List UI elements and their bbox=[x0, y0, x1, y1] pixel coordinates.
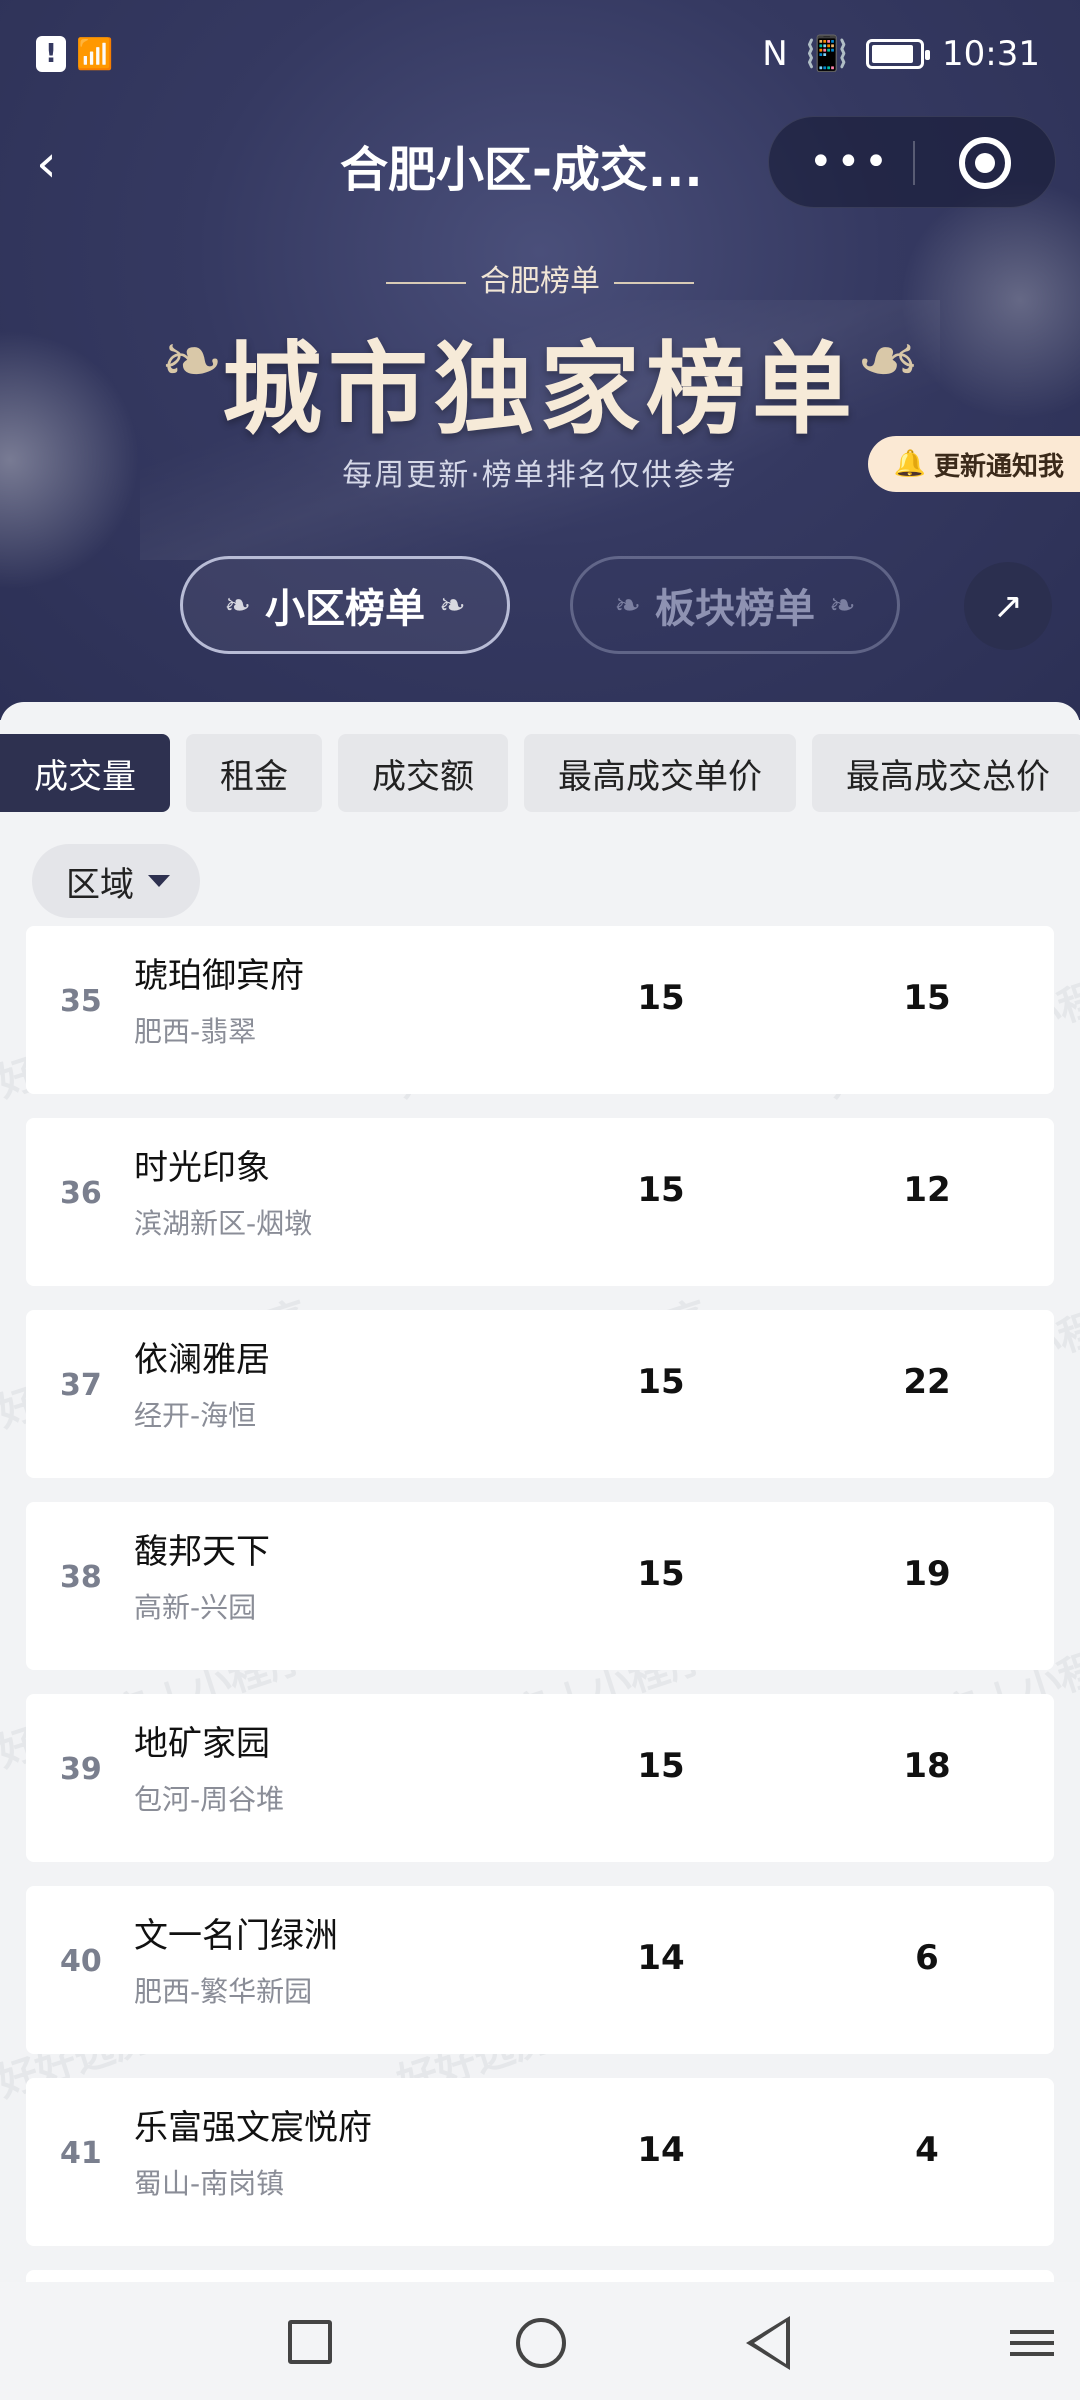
back-button[interactable]: ‹ bbox=[36, 134, 96, 194]
wing-right-icon: ❧ bbox=[829, 586, 856, 624]
alert-icon: ! bbox=[36, 36, 66, 72]
tab-highest-total-price[interactable]: 最高成交总价 bbox=[812, 734, 1080, 812]
status-time: 10:31 bbox=[942, 34, 1040, 74]
list-item[interactable]: 36 时光印象 滨湖新区-烟墩 15 12 bbox=[26, 1118, 1054, 1286]
wifi-icon: 📶 bbox=[76, 36, 114, 72]
recent-apps-icon[interactable] bbox=[288, 2320, 332, 2364]
community-name: 地矿家园 bbox=[134, 1724, 270, 1764]
community-location: 包河-周谷堆 bbox=[134, 1783, 285, 1816]
community-location: 滨湖新区-烟墩 bbox=[134, 1207, 313, 1240]
page-title: 合肥小区-成交... bbox=[340, 142, 703, 198]
community-name: 文一名门绿洲 bbox=[134, 1916, 338, 1956]
tab-community-ranking[interactable]: ❧ 小区榜单 ❧ bbox=[180, 556, 510, 654]
community-name: 琥珀御宾府 bbox=[134, 956, 304, 996]
value-primary: 15 bbox=[637, 1746, 685, 1786]
metric-tabs: 成交量 租金 成交额 最高成交单价 最高成交总价 bbox=[0, 734, 1080, 814]
community-name: 馥邦天下 bbox=[134, 1532, 270, 1572]
wing-left-icon: ❧ bbox=[614, 586, 641, 624]
nav-bar: ‹ 合肥小区-成交... ••• bbox=[0, 116, 1080, 216]
tab-label: 板块榜单 bbox=[655, 586, 815, 632]
vibrate-icon: 📳 bbox=[805, 34, 849, 74]
hero-subtitle: 合肥榜单 bbox=[480, 264, 600, 299]
nfc-icon: N bbox=[762, 34, 788, 74]
list-item[interactable]: 39 地矿家园 包河-周谷堆 15 18 bbox=[26, 1694, 1054, 1862]
list-item[interactable]: 38 馥邦天下 高新-兴园 15 19 bbox=[26, 1502, 1054, 1670]
close-miniprogram-icon[interactable] bbox=[959, 137, 1011, 189]
tab-district-ranking[interactable]: ❧ 板块榜单 ❧ bbox=[570, 556, 900, 654]
value-secondary: 4 bbox=[915, 2130, 939, 2170]
tab-rent[interactable]: 租金 bbox=[186, 734, 322, 812]
value-secondary: 18 bbox=[903, 1746, 951, 1786]
home-icon[interactable] bbox=[516, 2318, 566, 2368]
notify-me-button[interactable]: 🔔 更新通知我 bbox=[867, 436, 1080, 492]
list-item[interactable]: 37 依澜雅居 经开-海恒 15 22 bbox=[26, 1310, 1054, 1478]
list-item[interactable]: 40 文一名门绿洲 肥西-繁华新园 14 6 bbox=[26, 1886, 1054, 2054]
battery-fill bbox=[872, 45, 914, 63]
menu-icon[interactable] bbox=[1010, 2330, 1054, 2356]
value-primary: 15 bbox=[637, 1362, 685, 1402]
value-primary: 14 bbox=[637, 2130, 685, 2170]
hero-subtitle-wrap: 合肥榜单 bbox=[0, 256, 1080, 300]
community-location: 高新-兴园 bbox=[134, 1591, 257, 1624]
community-name: 乐富强文宸悦府 bbox=[134, 2108, 372, 2148]
value-primary: 15 bbox=[637, 978, 685, 1018]
battery-icon bbox=[866, 39, 931, 69]
region-filter-dropdown[interactable]: 区域 bbox=[32, 844, 200, 918]
rank-number: 39 bbox=[60, 1752, 102, 1787]
wing-right-icon: ❧ bbox=[439, 586, 466, 624]
community-location: 肥西-繁华新园 bbox=[134, 1975, 313, 2008]
bell-icon: 🔔 bbox=[893, 449, 926, 479]
system-nav-bar bbox=[0, 2282, 1080, 2400]
community-location: 经开-海恒 bbox=[134, 1399, 257, 1432]
tab-transaction-amount[interactable]: 成交额 bbox=[338, 734, 508, 812]
community-location: 蜀山-南岗镇 bbox=[134, 2167, 285, 2200]
ranking-panel: 好好选房 | 小程序 好好选房 | 小程序 好好选房 | 小程序 好好选房 | … bbox=[0, 702, 1080, 2282]
divider-line-left bbox=[386, 281, 466, 284]
community-name: 依澜雅居 bbox=[134, 1340, 270, 1380]
share-button[interactable]: ↗ bbox=[964, 562, 1052, 650]
value-secondary: 22 bbox=[903, 1362, 951, 1402]
rank-number: 40 bbox=[60, 1944, 102, 1979]
value-secondary: 19 bbox=[903, 1554, 951, 1594]
notify-label: 更新通知我 bbox=[933, 451, 1064, 482]
rank-number: 41 bbox=[60, 2136, 102, 2171]
value-secondary: 12 bbox=[903, 1170, 951, 1210]
divider-line-right bbox=[614, 281, 694, 284]
tab-highest-unit-price[interactable]: 最高成交单价 bbox=[524, 734, 796, 812]
community-location: 肥西-翡翠 bbox=[134, 1015, 257, 1048]
rank-number: 37 bbox=[60, 1368, 102, 1403]
value-primary: 15 bbox=[637, 1170, 685, 1210]
rank-tabs: ❧ 小区榜单 ❧ ❧ 板块榜单 ❧ ↗ bbox=[0, 556, 1080, 656]
value-secondary: 15 bbox=[903, 978, 951, 1018]
value-primary: 14 bbox=[637, 1938, 685, 1978]
back-triangle-icon[interactable] bbox=[746, 2316, 790, 2370]
community-name: 时光印象 bbox=[134, 1148, 270, 1188]
rank-number: 38 bbox=[60, 1560, 102, 1595]
ranking-list: 35 琥珀御宾府 肥西-翡翠 15 15 36 时光印象 滨湖新区-烟墩 15 … bbox=[26, 926, 1054, 2282]
status-bar: ! 📶 N 📳 10:31 bbox=[0, 0, 1080, 116]
status-right: N 📳 10:31 bbox=[762, 34, 1040, 74]
list-item-partial bbox=[26, 2270, 1054, 2282]
miniprogram-capsule: ••• bbox=[768, 116, 1056, 208]
caret-down-icon bbox=[148, 875, 170, 887]
status-left: ! 📶 bbox=[36, 36, 113, 72]
value-secondary: 6 bbox=[915, 1938, 939, 1978]
region-filter-label: 区域 bbox=[66, 864, 134, 905]
share-icon: ↗ bbox=[992, 585, 1024, 627]
list-item[interactable]: 35 琥珀御宾府 肥西-翡翠 15 15 bbox=[26, 926, 1054, 1094]
more-button[interactable]: ••• bbox=[809, 139, 892, 185]
value-primary: 15 bbox=[637, 1554, 685, 1594]
tab-transaction-volume[interactable]: 成交量 bbox=[0, 734, 170, 812]
list-item[interactable]: 41 乐富强文宸悦府 蜀山-南岗镇 14 4 bbox=[26, 2078, 1054, 2246]
rank-number: 36 bbox=[60, 1176, 102, 1211]
capsule-divider bbox=[913, 141, 915, 185]
wing-left-icon: ❧ bbox=[224, 586, 251, 624]
chevron-left-icon: ‹ bbox=[36, 134, 57, 194]
header-hero: ! 📶 N 📳 10:31 ‹ 合肥小区-成交... ••• 合肥榜单 ❧ 城市… bbox=[0, 0, 1080, 720]
tab-label: 小区榜单 bbox=[265, 586, 425, 632]
laurel-right-icon: ❧ bbox=[856, 316, 920, 405]
rank-number: 35 bbox=[60, 984, 102, 1019]
